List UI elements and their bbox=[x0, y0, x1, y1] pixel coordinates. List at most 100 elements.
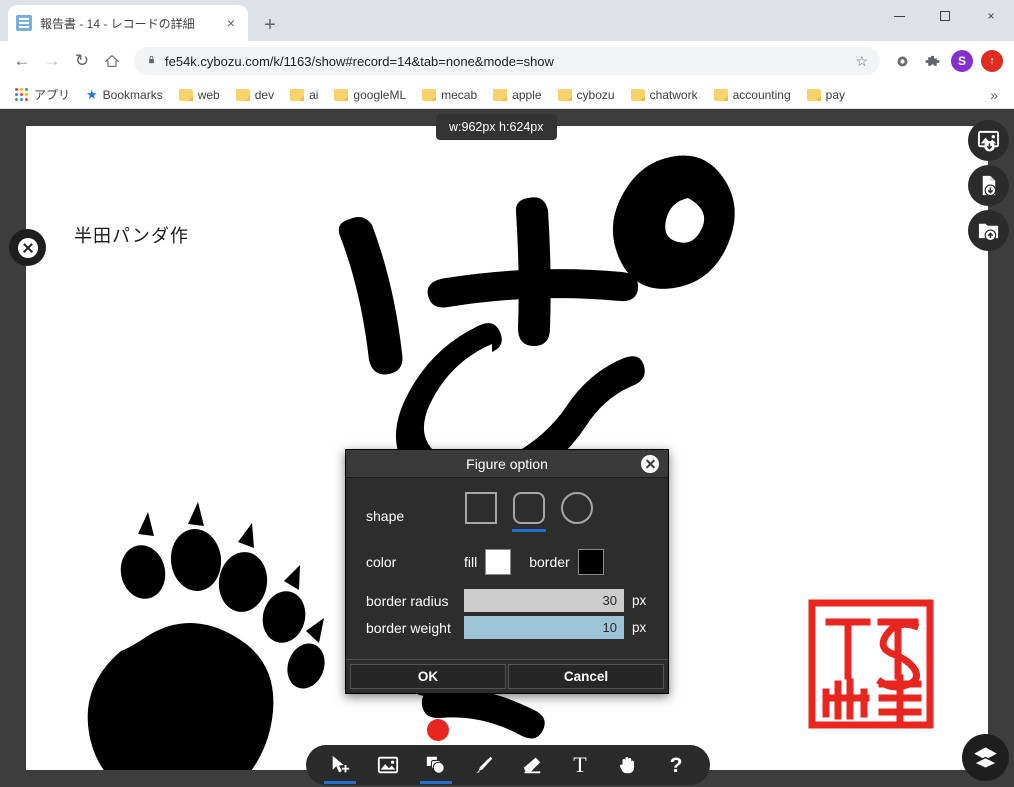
brush-icon bbox=[476, 756, 493, 774]
document-icon bbox=[16, 15, 32, 31]
selection-underline bbox=[324, 781, 356, 784]
bookmark-folder-mecab[interactable]: mecab bbox=[415, 85, 484, 105]
shape-option-circle[interactable] bbox=[560, 492, 594, 539]
save-image-button[interactable] bbox=[968, 120, 1009, 161]
folder-icon bbox=[806, 88, 821, 101]
eraser-tool[interactable] bbox=[512, 747, 552, 783]
image-editor: 半田パンダ作 w:962px h:624px Figure option sha… bbox=[0, 109, 1014, 787]
ok-button[interactable]: OK bbox=[350, 664, 506, 689]
gear-icon[interactable] bbox=[888, 47, 916, 75]
select-move-tool[interactable] bbox=[320, 747, 360, 784]
bookmark-apps-label: アプリ bbox=[34, 88, 71, 102]
shape-option-square[interactable] bbox=[464, 492, 498, 539]
cancel-button[interactable]: Cancel bbox=[508, 664, 664, 689]
folder-icon bbox=[334, 88, 349, 101]
update-badge-icon[interactable]: ↑ bbox=[978, 47, 1006, 75]
shape-option-rounded-square[interactable] bbox=[512, 492, 546, 539]
folder-icon bbox=[178, 88, 193, 101]
image-download-icon bbox=[977, 130, 1000, 152]
border-weight-input[interactable] bbox=[464, 616, 624, 639]
bookmark-label: googleML bbox=[353, 87, 407, 102]
tab-close-icon[interactable]: × bbox=[222, 14, 240, 32]
profile-avatar[interactable]: S bbox=[948, 47, 976, 75]
border-weight-row: border weight px bbox=[346, 616, 668, 639]
bookmark-label: pay bbox=[825, 87, 846, 102]
color-controls: fill border bbox=[464, 549, 604, 575]
window-controls: × bbox=[876, 0, 1014, 32]
shape-tool[interactable] bbox=[416, 747, 456, 784]
border-radius-input[interactable] bbox=[464, 589, 624, 612]
red-dot bbox=[427, 719, 449, 741]
image-tool[interactable] bbox=[368, 747, 408, 783]
back-icon[interactable]: ← bbox=[8, 47, 36, 75]
selection-underline bbox=[516, 781, 548, 784]
fill-color-swatch[interactable] bbox=[485, 549, 512, 575]
new-tab-button[interactable]: + bbox=[256, 11, 284, 39]
maximize-icon bbox=[940, 11, 950, 21]
selection-underline bbox=[464, 529, 498, 532]
bookmark-bookmarks[interactable]: ★ Bookmarks bbox=[79, 84, 170, 106]
border-radius-row: border radius px bbox=[346, 589, 668, 612]
figure-option-dialog: Figure option shape color fill border bo… bbox=[345, 449, 669, 694]
lock-icon bbox=[146, 54, 157, 68]
fill-label: fill bbox=[464, 554, 478, 570]
bookmark-folder-ai[interactable]: ai bbox=[283, 85, 325, 105]
bookmark-folder-googleml[interactable]: googleML bbox=[327, 85, 413, 105]
bookmarks-overflow-button[interactable]: » bbox=[982, 87, 1006, 103]
bookmark-star-icon[interactable]: ☆ bbox=[855, 53, 868, 70]
help-tool[interactable]: ? bbox=[656, 747, 696, 783]
hand-icon bbox=[620, 757, 635, 774]
folder-icon bbox=[290, 88, 305, 101]
browser-tab[interactable]: 報告書 - 14 - レコードの詳細 × bbox=[8, 5, 248, 41]
circle-icon bbox=[561, 492, 593, 524]
layers-button[interactable] bbox=[962, 734, 1009, 781]
hand-tool[interactable] bbox=[608, 747, 648, 783]
puzzle-glyph bbox=[924, 55, 940, 66]
bookmark-folder-accounting[interactable]: accounting bbox=[707, 85, 798, 105]
forward-icon[interactable]: → bbox=[38, 47, 66, 75]
extensions-puzzle-icon[interactable] bbox=[918, 47, 946, 75]
reload-icon[interactable]: ↻ bbox=[68, 47, 96, 75]
color-row: color fill border bbox=[346, 549, 668, 575]
load-file-button[interactable] bbox=[968, 210, 1009, 251]
bookmark-folder-pay[interactable]: pay bbox=[800, 85, 852, 105]
bookmark-folder-dev[interactable]: dev bbox=[229, 85, 281, 105]
border-weight-unit: px bbox=[632, 620, 647, 635]
dialog-close-icon[interactable] bbox=[641, 455, 659, 473]
close-editor-button[interactable] bbox=[9, 229, 46, 266]
selection-underline bbox=[468, 781, 500, 784]
home-glyph bbox=[104, 54, 120, 67]
border-color-swatch[interactable] bbox=[577, 549, 604, 575]
rounded-square-icon bbox=[513, 492, 545, 524]
bookmark-label: ai bbox=[309, 87, 319, 102]
selection-underline bbox=[512, 529, 546, 532]
selection-underline bbox=[560, 529, 594, 532]
app-root: 報告書 - 14 - レコードの詳細 × + × ← → ↻ fe54k.cyb… bbox=[0, 0, 1014, 787]
brush-tool[interactable] bbox=[464, 747, 504, 783]
selection-underline bbox=[372, 781, 404, 784]
home-icon[interactable] bbox=[98, 47, 126, 75]
cursor-move-icon bbox=[332, 755, 350, 773]
folder-upload-icon bbox=[978, 223, 999, 242]
eraser-icon bbox=[523, 757, 541, 774]
window-minimize-button[interactable] bbox=[876, 0, 922, 32]
selection-underline bbox=[660, 781, 692, 784]
apps-grid-icon bbox=[15, 87, 29, 102]
window-maximize-button[interactable] bbox=[922, 0, 968, 32]
save-file-button[interactable] bbox=[968, 165, 1009, 206]
bookmark-folder-chatwork[interactable]: chatwork bbox=[624, 85, 705, 105]
question-mark-icon: ? bbox=[669, 753, 683, 777]
tab-strip: 報告書 - 14 - レコードの詳細 × + × bbox=[0, 0, 1014, 41]
bookmark-apps[interactable]: アプリ bbox=[8, 83, 77, 106]
brush-strokes bbox=[338, 155, 735, 499]
bookmark-folder-apple[interactable]: apple bbox=[486, 85, 548, 105]
window-close-button[interactable]: × bbox=[968, 0, 1014, 32]
editor-toolbar: T ? bbox=[306, 745, 710, 785]
tab-title: 報告書 - 14 - レコードの詳細 bbox=[40, 16, 195, 31]
shapes-icon bbox=[426, 756, 445, 774]
bookmark-folder-web[interactable]: web bbox=[172, 85, 227, 105]
text-tool[interactable]: T bbox=[560, 747, 600, 783]
shape-options bbox=[464, 492, 594, 539]
bookmark-folder-cybozu[interactable]: cybozu bbox=[551, 85, 622, 105]
address-bar[interactable]: fe54k.cybozu.com/k/1163/show#record=14&t… bbox=[134, 47, 880, 75]
